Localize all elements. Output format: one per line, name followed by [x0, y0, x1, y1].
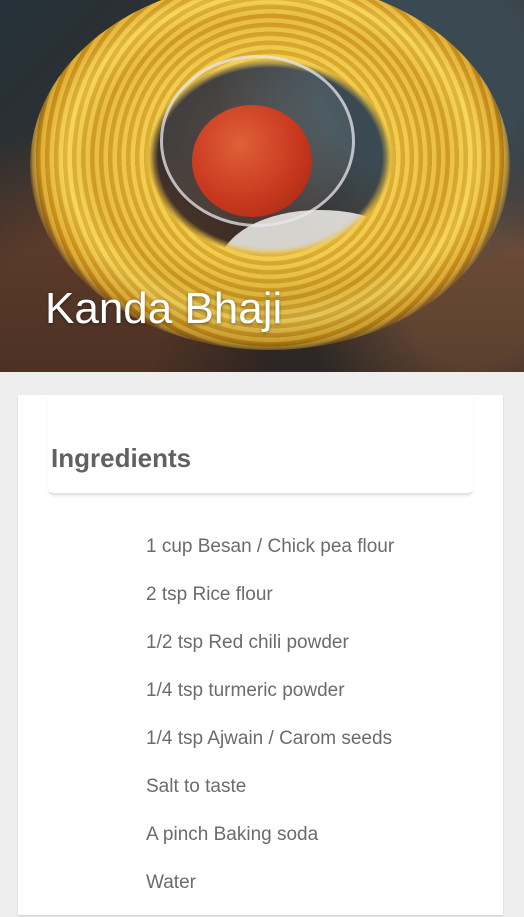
- ingredient-item: Salt to taste: [146, 776, 247, 797]
- ingredient-item: Water: [146, 872, 196, 893]
- ingredients-heading: Ingredients: [51, 443, 192, 473]
- sauce: [192, 105, 312, 217]
- hero-image: Kanda Bhaji: [0, 0, 524, 372]
- ingredient-item: A pinch Baking soda: [146, 824, 319, 845]
- recipe-title: Kanda Bhaji: [45, 284, 283, 333]
- ingredient-item: 1/4 tsp turmeric powder: [146, 680, 345, 701]
- ingredient-item: 1 cup Besan / Chick pea flour: [146, 536, 395, 557]
- ingredient-item: 2 tsp Rice flour: [146, 584, 273, 605]
- ingredient-item: 1/2 tsp Red chili powder: [146, 632, 349, 653]
- ingredients-header: Ingredients: [48, 395, 473, 495]
- ingredients-list: 1 cup Besan / Chick pea flour 2 tsp Rice…: [146, 533, 394, 917]
- ingredients-card: Ingredients 1 cup Besan / Chick pea flou…: [18, 395, 503, 915]
- ingredient-item: 1/4 tsp Ajwain / Carom seeds: [146, 728, 393, 749]
